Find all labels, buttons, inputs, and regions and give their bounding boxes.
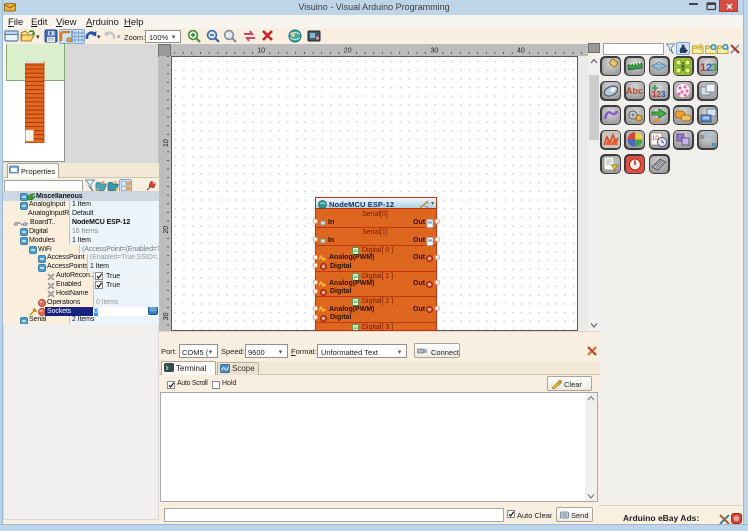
svg-text:3: 3 — [661, 90, 666, 99]
svg-text:10: 10 — [257, 48, 265, 55]
svg-text:10: 10 — [163, 139, 170, 147]
svg-text:20: 20 — [344, 48, 352, 55]
svg-text:3: 3 — [711, 62, 717, 74]
svg-text:20: 20 — [163, 226, 170, 234]
svg-text:Abc: Abc — [626, 86, 643, 96]
svg-text:40: 40 — [517, 48, 525, 55]
svg-text:30: 30 — [430, 48, 438, 55]
svg-text:30: 30 — [163, 312, 170, 320]
